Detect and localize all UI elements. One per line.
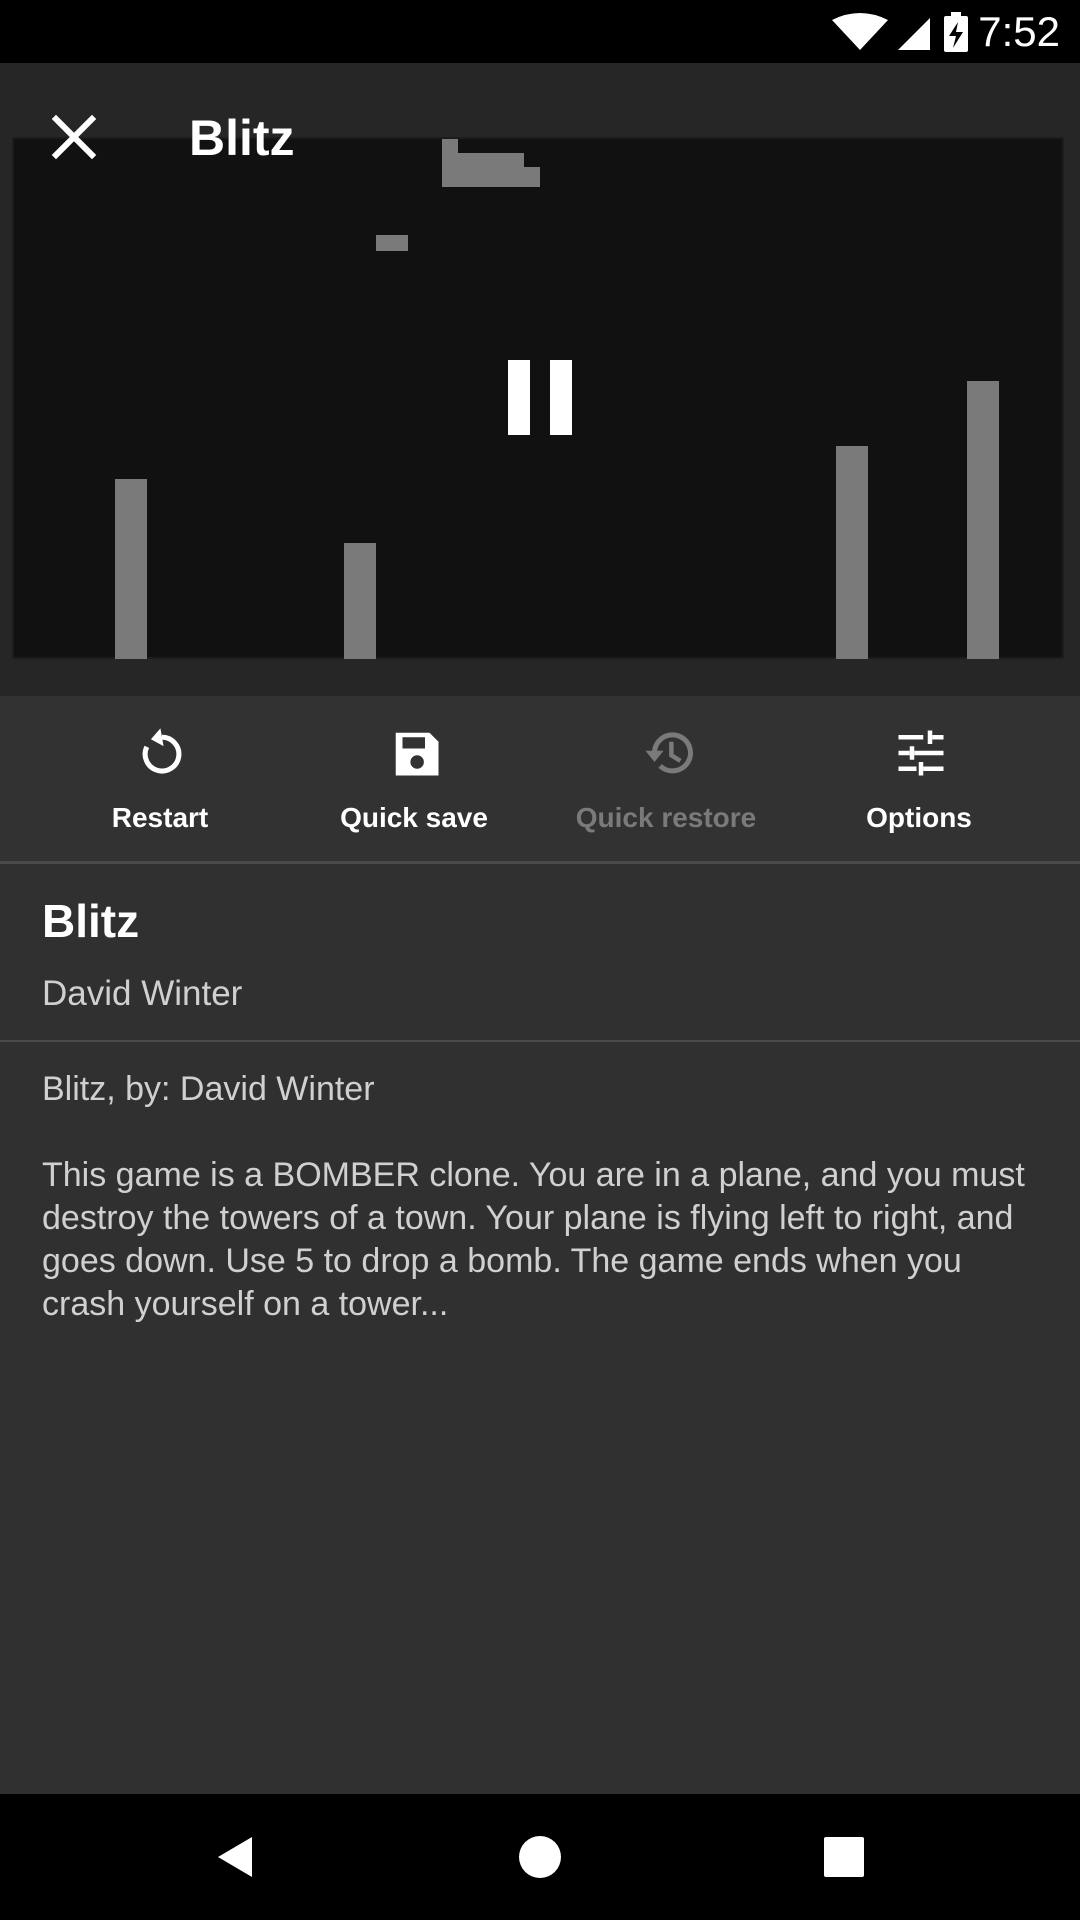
game-description: Blitz, by: David Winter This game is a B… bbox=[42, 1068, 1042, 1369]
restart-icon bbox=[142, 728, 182, 774]
status-bar: 7:52 bbox=[0, 0, 1080, 63]
description-body: This game is a BOMBER clone. You are in … bbox=[42, 1156, 1025, 1323]
game-name: Blitz bbox=[42, 895, 140, 947]
quick-save-label: Quick save bbox=[340, 802, 488, 833]
save-icon bbox=[395, 732, 439, 776]
restart-label: Restart bbox=[111, 802, 209, 833]
clock: 7:52 bbox=[978, 8, 1060, 55]
tower bbox=[344, 543, 376, 659]
cell-signal-icon bbox=[898, 18, 930, 50]
recents-icon[interactable] bbox=[814, 1827, 874, 1887]
tower bbox=[115, 479, 147, 659]
close-icon[interactable] bbox=[42, 105, 106, 169]
game-area[interactable]: Blitz bbox=[0, 63, 1080, 696]
tower bbox=[967, 381, 999, 659]
description-byline: Blitz, by: David Winter bbox=[42, 1070, 375, 1108]
pause-icon[interactable] bbox=[508, 360, 572, 435]
app-title: Blitz bbox=[189, 110, 295, 166]
battery-charging-icon bbox=[944, 12, 968, 52]
tower bbox=[836, 446, 868, 659]
quick-restore-label: Quick restore bbox=[575, 802, 757, 833]
back-icon[interactable] bbox=[206, 1827, 266, 1887]
bomb-sprite bbox=[376, 235, 408, 251]
restart-button[interactable]: Restart bbox=[35, 696, 285, 861]
options-button[interactable]: Options bbox=[794, 696, 1044, 861]
quick-restore-button[interactable]: Quick restore bbox=[541, 696, 791, 861]
history-icon bbox=[645, 732, 694, 774]
wifi-icon bbox=[832, 13, 888, 50]
game-author: David Winter bbox=[42, 974, 243, 1013]
plane-sprite bbox=[442, 167, 540, 187]
nav-bar bbox=[0, 1794, 1080, 1920]
status-icons bbox=[832, 12, 968, 52]
tune-icon bbox=[898, 730, 944, 776]
game-info: Blitz David Winter bbox=[0, 864, 1080, 1042]
home-icon[interactable] bbox=[510, 1827, 570, 1887]
quick-save-button[interactable]: Quick save bbox=[289, 696, 539, 861]
action-toolbar: Restart Quick save Quick restore Options bbox=[0, 696, 1080, 864]
options-label: Options bbox=[866, 802, 972, 833]
